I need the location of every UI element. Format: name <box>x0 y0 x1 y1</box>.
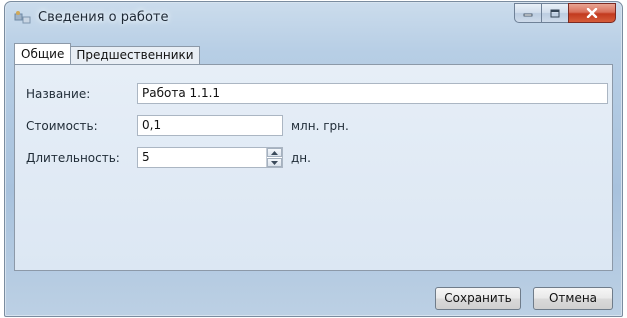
dialog-window: Сведения о работе Общие Предшественники … <box>4 1 623 317</box>
name-input[interactable]: Работа 1.1.1 <box>137 83 608 104</box>
window-controls <box>514 3 616 23</box>
cost-label: Стоимость: <box>26 119 98 133</box>
chevron-down-icon <box>271 160 278 165</box>
window-title: Сведения о работе <box>38 10 169 25</box>
title-bar[interactable]: Сведения о работе <box>5 2 622 35</box>
minimize-button[interactable] <box>514 3 541 23</box>
minimize-icon <box>523 13 533 17</box>
tab-general[interactable]: Общие <box>14 43 72 64</box>
maximize-icon <box>550 9 560 17</box>
duration-spin-buttons <box>266 148 282 167</box>
duration-label: Длительность: <box>26 151 120 165</box>
chevron-up-icon <box>271 150 278 155</box>
dialog-body: Общие Предшественники Название: Работа 1… <box>12 35 615 310</box>
duration-stepper[interactable]: 5 <box>137 147 283 168</box>
maximize-button[interactable] <box>541 3 568 23</box>
tab-panel-general: Название: Работа 1.1.1 Стоимость: 0,1 мл… <box>14 64 613 271</box>
save-button[interactable]: Сохранить <box>435 287 521 310</box>
spin-up-button[interactable] <box>267 148 282 157</box>
close-button[interactable] <box>568 3 616 23</box>
app-icon <box>14 10 32 26</box>
tab-predecessors[interactable]: Предшественники <box>70 46 200 64</box>
cost-unit: млн. грн. <box>291 119 349 133</box>
cost-input[interactable]: 0,1 <box>137 115 283 136</box>
spin-down-button[interactable] <box>267 158 282 167</box>
name-label: Название: <box>26 87 91 101</box>
cancel-button[interactable]: Отмена <box>533 287 613 310</box>
close-icon <box>586 8 598 18</box>
duration-value: 5 <box>142 150 150 164</box>
tab-strip: Общие Предшественники <box>14 43 200 64</box>
duration-unit: дн. <box>291 151 311 165</box>
